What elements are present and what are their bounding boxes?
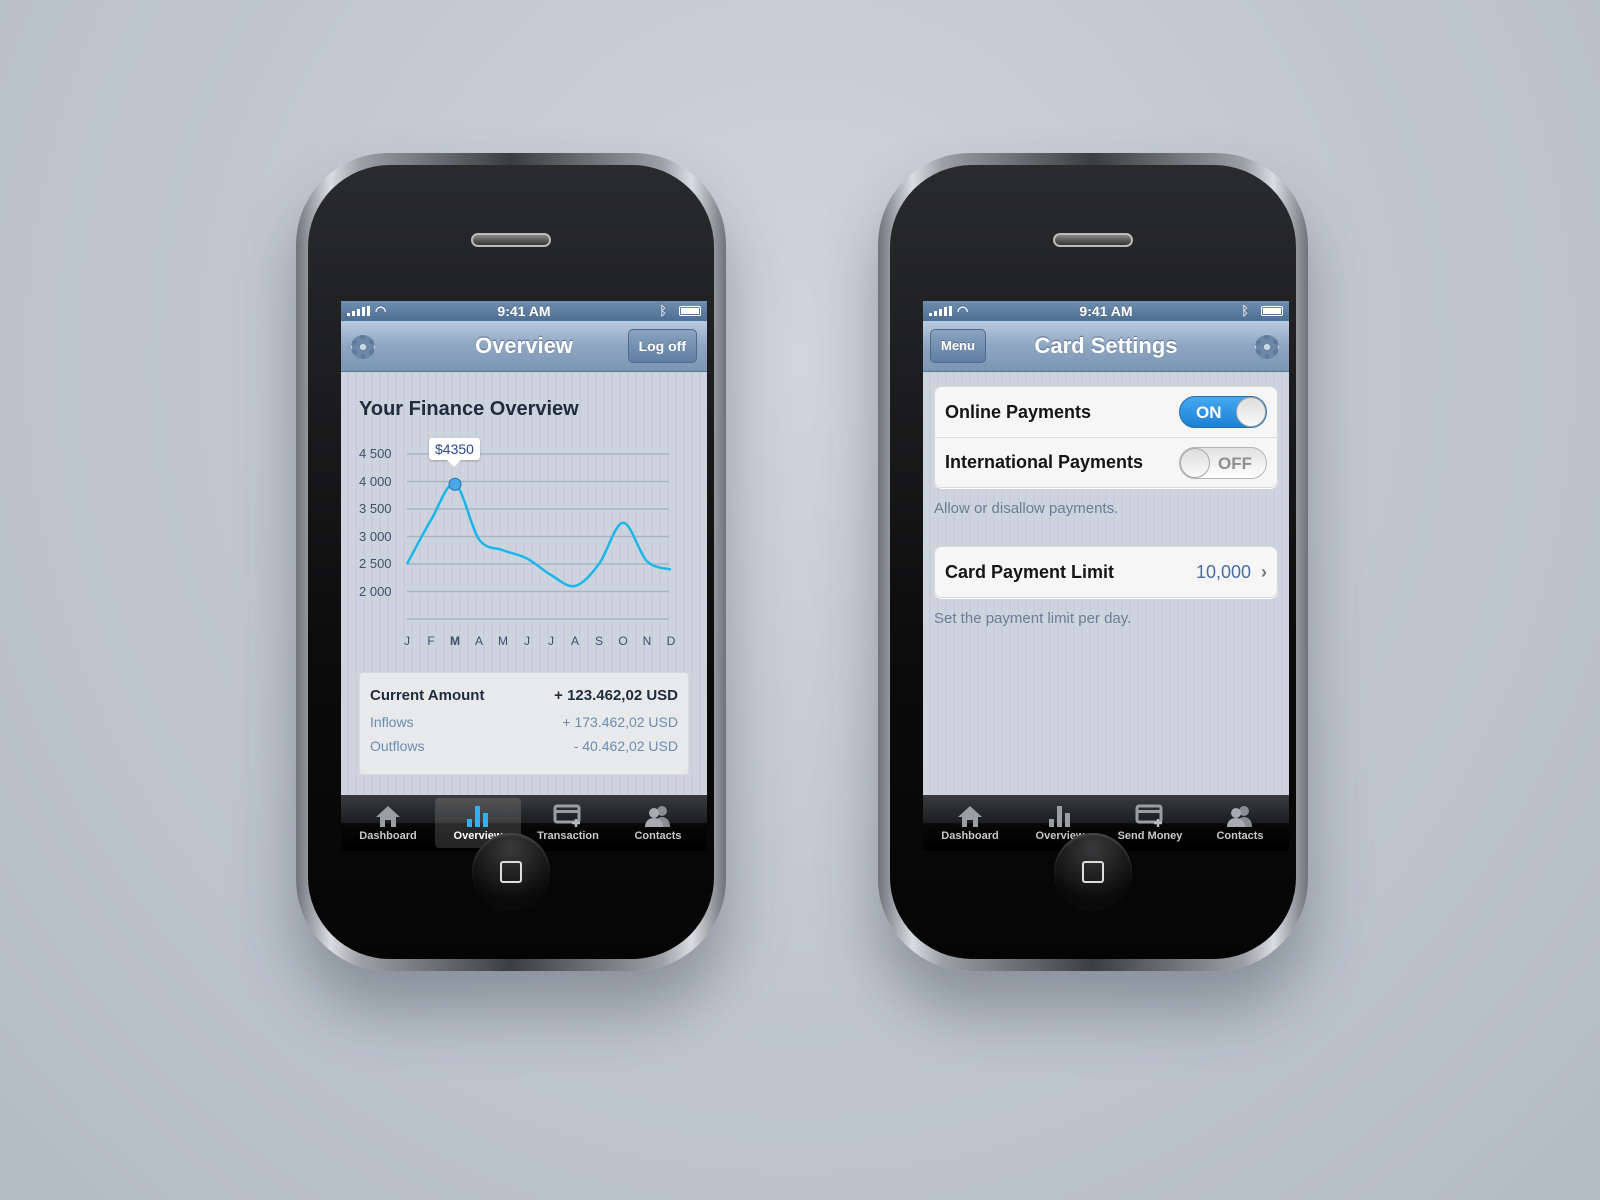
international-payments-row: International Payments OFF — [935, 437, 1277, 487]
bluetooth-icon: ᛒ — [659, 303, 667, 318]
wifi-icon: ◠ — [957, 303, 969, 318]
card-payment-limit-value: 10,000 — [1195, 561, 1251, 582]
international-payments-toggle[interactable]: OFF — [1179, 446, 1267, 479]
tab-label: Transaction — [537, 830, 599, 842]
tab-dashboard[interactable]: Dashboard — [345, 798, 431, 848]
contacts-icon — [615, 804, 701, 828]
online-payments-toggle[interactable]: ON — [1179, 396, 1267, 428]
status-time: 9:41 AM — [497, 303, 551, 319]
page-title: Card Settings — [1034, 333, 1178, 358]
gear-icon[interactable] — [1255, 335, 1279, 359]
tab-send-money[interactable]: Send Money — [1107, 798, 1193, 848]
current-amount-value: + 123.462,02 USD — [554, 687, 678, 704]
tab-label: Send Money — [1117, 830, 1183, 842]
limit-note: Set the payment limit per day. — [934, 610, 1132, 627]
current-amount-label: Current Amount — [370, 687, 485, 704]
bluetooth-icon: ᛒ — [1241, 303, 1249, 318]
home-button[interactable] — [1054, 833, 1132, 911]
card-payment-limit-row[interactable]: Card Payment Limit 10,000 › — [935, 547, 1277, 597]
tab-label: Dashboard — [359, 830, 417, 842]
payments-note: Allow or disallow payments. — [934, 500, 1119, 517]
home-icon — [927, 804, 1013, 828]
toggle-state: OFF — [1218, 453, 1252, 473]
bezel: ◠ 9:41 AM ᛒ Menu Card Settings Online Pa… — [890, 165, 1296, 959]
toggle-knob — [1180, 447, 1210, 478]
signal-icon — [347, 306, 370, 316]
outflows-label: Outflows — [370, 738, 425, 754]
series-line — [405, 482, 672, 588]
bar-chart-icon — [435, 804, 521, 828]
nav-bar: Overview Log off — [341, 321, 707, 372]
international-payments-label: International Payments — [945, 452, 1144, 472]
phone-right: ◠ 9:41 AM ᛒ Menu Card Settings Online Pa… — [878, 153, 1308, 971]
battery-icon — [679, 306, 701, 316]
chart-tooltip: $4350 — [429, 438, 480, 468]
online-payments-label: Online Payments — [945, 401, 1092, 422]
payments-group: Online Payments ON International Payment… — [934, 386, 1278, 488]
log-off-button[interactable]: Log off — [627, 329, 697, 363]
limit-group: Card Payment Limit 10,000 › — [934, 546, 1278, 598]
battery-icon — [1261, 306, 1283, 316]
bezel: ◠ 9:41 AM ᛒ Overview Log off Your Financ… — [308, 165, 714, 959]
card-add-icon — [525, 804, 611, 828]
overview-screen: ◠ 9:41 AM ᛒ Overview Log off Your Financ… — [341, 301, 707, 851]
home-icon — [345, 804, 431, 828]
menu-button[interactable]: Menu — [930, 329, 986, 363]
tab-label: Contacts — [1216, 830, 1264, 842]
contacts-icon — [1197, 804, 1283, 828]
gear-icon[interactable] — [351, 335, 375, 359]
tab-contacts[interactable]: Contacts — [1197, 798, 1283, 848]
outflows-value: - 40.462,02 USD — [573, 738, 678, 754]
inflows-label: Inflows — [370, 714, 414, 730]
tab-transaction[interactable]: Transaction — [525, 798, 611, 848]
card-add-icon — [1107, 804, 1193, 828]
highlight-point[interactable] — [448, 477, 462, 491]
signal-icon — [929, 306, 952, 316]
nav-bar: Menu Card Settings — [923, 321, 1289, 372]
speaker — [471, 233, 551, 247]
summary-panel: Current Amount + 123.462,02 USD Inflows + … — [359, 672, 689, 775]
home-button[interactable] — [472, 833, 550, 911]
online-payments-row: Online Payments ON — [935, 387, 1277, 437]
tab-dashboard[interactable]: Dashboard — [927, 798, 1013, 848]
tab-label: Dashboard — [941, 830, 999, 842]
overview-content: Your Finance Overview 4 500 4 000 3 500 3 0… — [341, 372, 707, 795]
tab-contacts[interactable]: Contacts — [615, 798, 701, 848]
toggle-knob — [1236, 397, 1266, 427]
toggle-state: ON — [1196, 403, 1222, 422]
chevron-right-icon: › — [1261, 561, 1267, 582]
finance-chart — [405, 453, 672, 620]
wifi-icon: ◠ — [375, 303, 387, 318]
settings-content: Online Payments ON International Payment… — [923, 372, 1289, 795]
settings-screen: ◠ 9:41 AM ᛒ Menu Card Settings Online Pa… — [923, 301, 1289, 851]
status-bar: ◠ 9:41 AM ᛒ — [923, 301, 1289, 321]
bar-chart-icon — [1017, 804, 1103, 828]
status-time: 9:41 AM — [1079, 303, 1133, 319]
status-bar: ◠ 9:41 AM ᛒ — [341, 301, 707, 321]
tab-label: Contacts — [634, 830, 682, 842]
speaker — [1053, 233, 1133, 247]
card-payment-limit-label: Card Payment Limit — [945, 561, 1115, 582]
inflows-value: + 173.462,02 USD — [562, 714, 678, 730]
page-title: Overview — [475, 333, 573, 358]
phone-left: ◠ 9:41 AM ᛒ Overview Log off Your Financ… — [296, 153, 726, 971]
